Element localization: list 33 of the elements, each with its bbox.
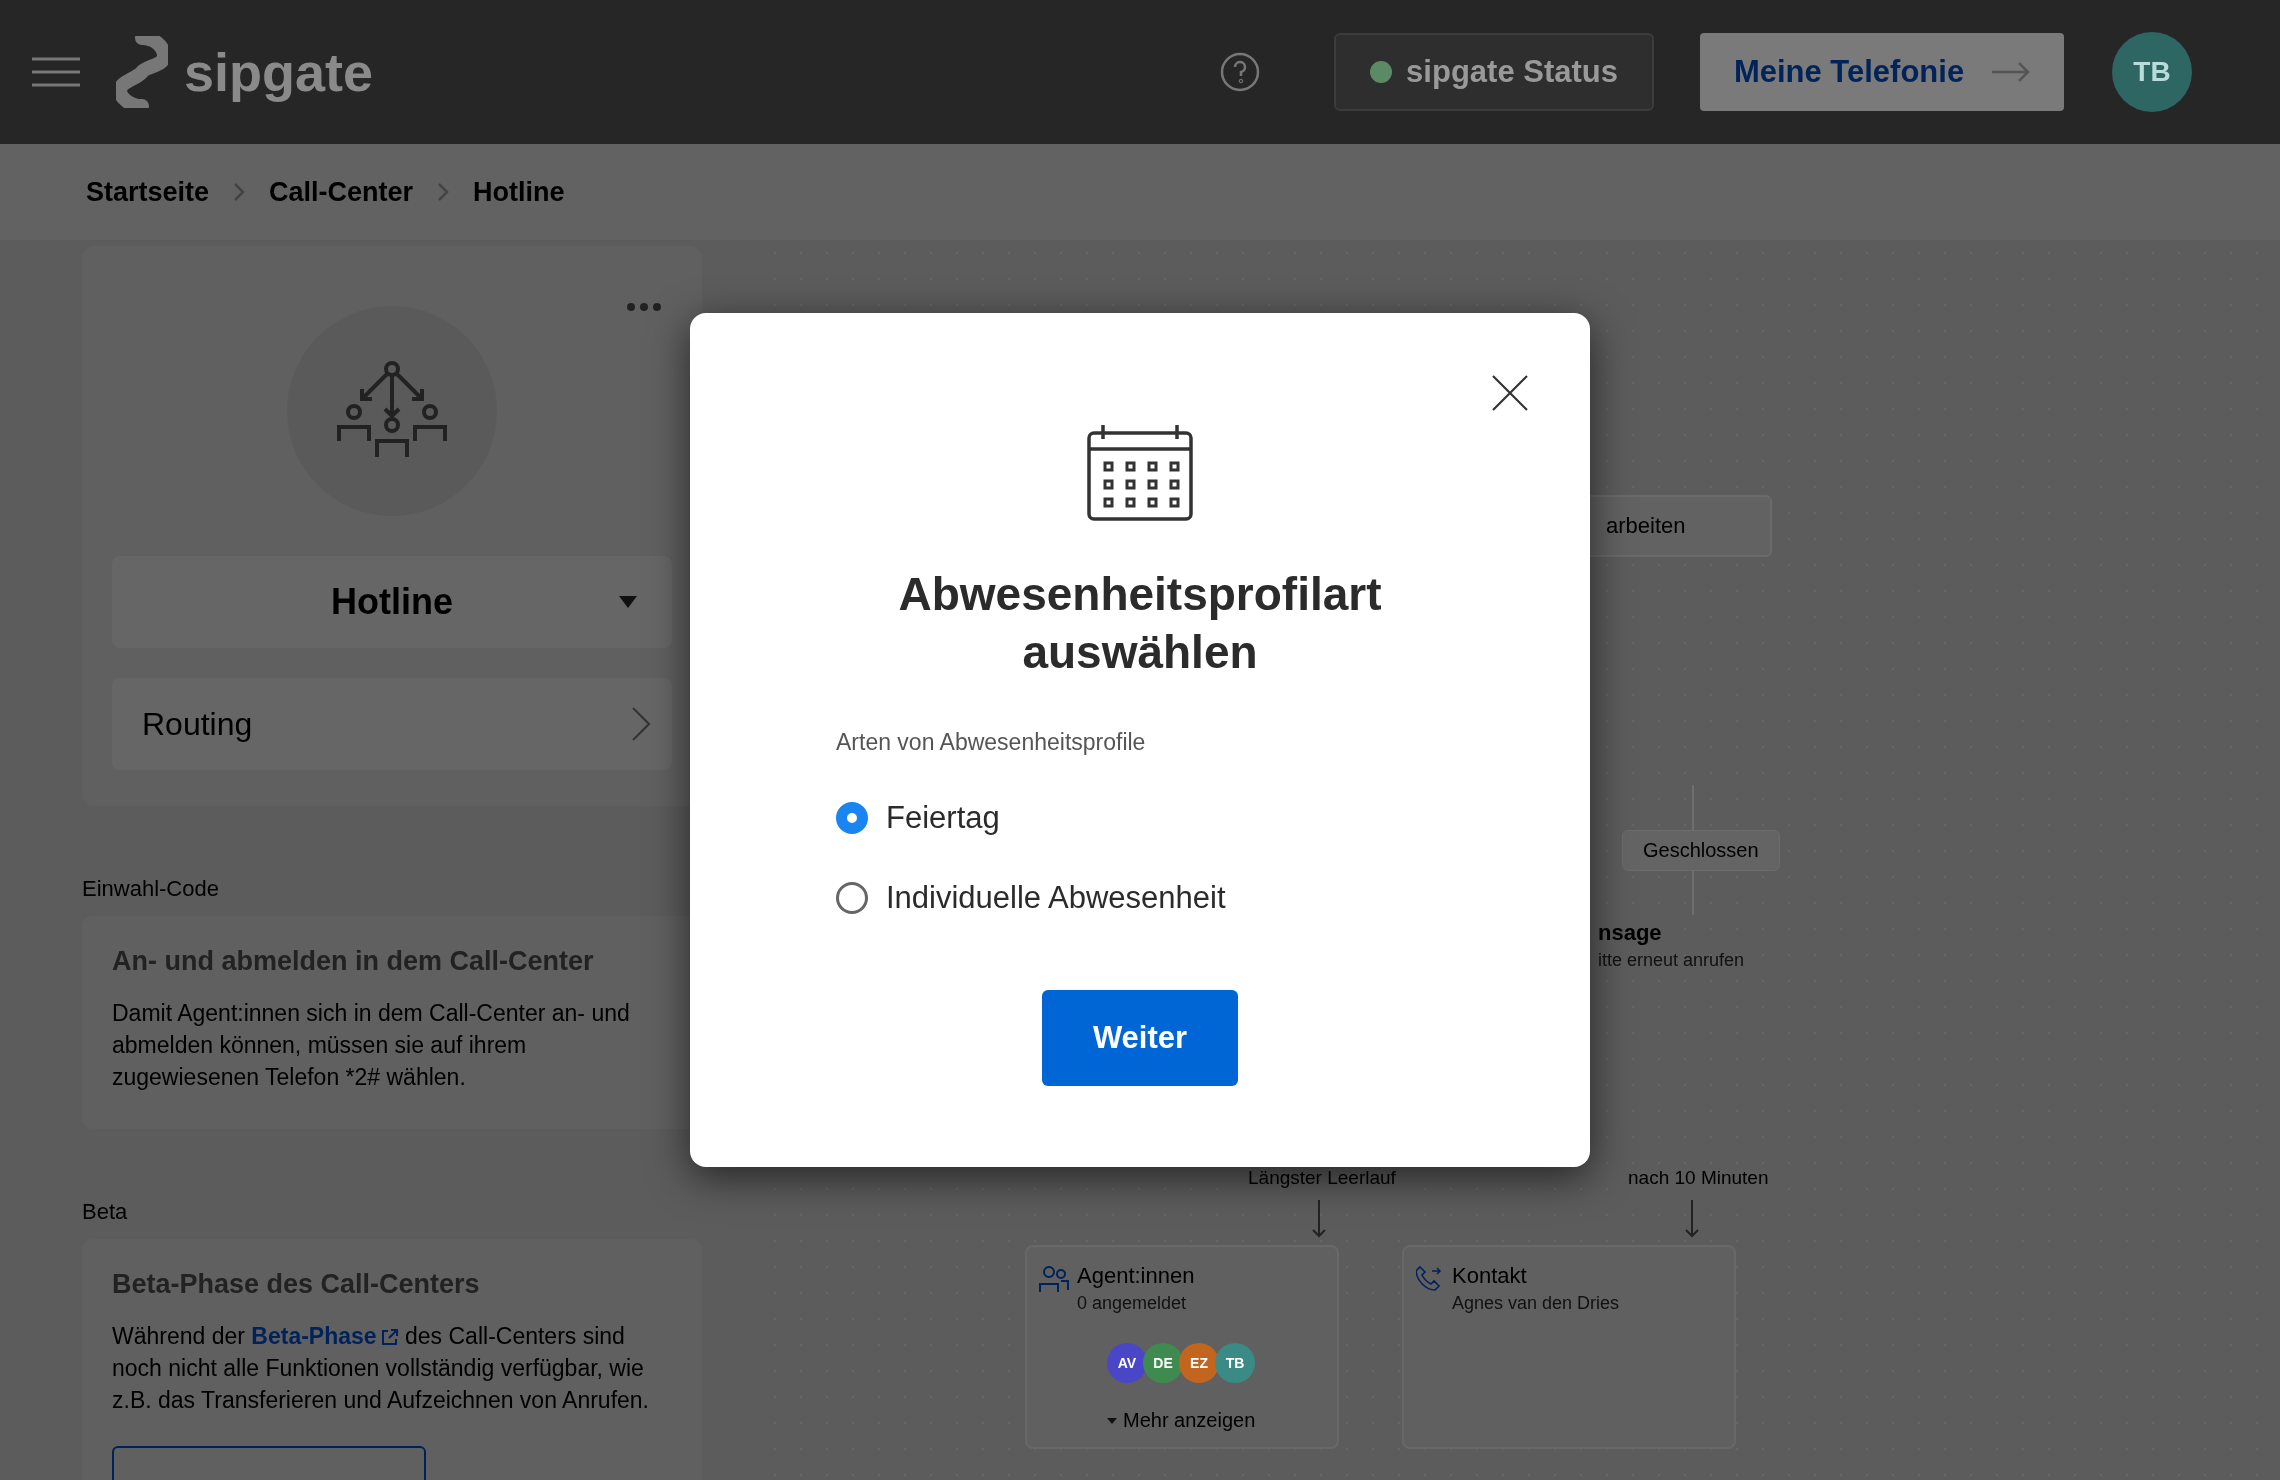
announcement-title: nsage <box>1598 920 1662 946</box>
card-text: Während der Beta-Phase des Call-Centers sind noch nicht alle Funktionen vollständig verfügbar, wie z.B. das Transferieren und Aufzeichnen von Anrufen. <box>112 1322 650 1415</box>
card-title: Beta-Phase des Call-Centers <box>112 1269 481 1300</box>
card-title: An- und abmelden in dem Call-Center <box>112 946 595 977</box>
radio-option[interactable]: Individuelle Abwesenheit <box>836 858 1226 938</box>
agents-subtitle: 0 angemeldet <box>1077 1293 1187 1314</box>
routing-menu-item[interactable]: Routing <box>112 678 672 770</box>
contact-title: Kontakt <box>1452 1263 1527 1289</box>
radio-option[interactable]: Feiertag <box>836 778 1226 858</box>
agent-avatar: TB <box>1215 1343 1255 1383</box>
breadcrumb-link[interactable]: Startseite <box>86 176 210 208</box>
section-label: Einwahl-Code <box>82 876 220 902</box>
status-button[interactable]: sipgate Status <box>1334 33 1654 111</box>
show-more-link[interactable]: Mehr anzeigen <box>1107 1409 1256 1432</box>
agent-avatar: EZ <box>1179 1343 1219 1383</box>
breadcrumb-link[interactable]: Hotline <box>473 176 565 208</box>
continue-button[interactable]: Weiter <box>1042 990 1238 1086</box>
agents-title: Agent:innen <box>1077 1263 1195 1289</box>
card-text: Damit Agent:innen sich in dem Call-Center an- und abmelden können, müssen sie auf ihrem zugewiesenen Telefon *2# wählen. <box>112 999 631 1092</box>
beta-phase-link[interactable]: Beta-Phase <box>251 1323 399 1349</box>
user-avatar[interactable]: TB <box>2112 32 2192 112</box>
announcement-text: itte erneut anrufen <box>1598 950 1745 971</box>
section-label: Beta <box>82 1199 129 1225</box>
radio-group-label: Arten von Abwesenheitsprofile <box>836 729 1147 756</box>
modal-title: Abwesenheitsprofilart auswählen <box>897 567 1383 680</box>
telephony-button[interactable]: Meine Telefonie <box>1700 33 2064 111</box>
closed-node: Geschlossen <box>1622 830 1780 871</box>
contact-subtitle: Agnes van den Dries <box>1452 1293 1620 1314</box>
breadcrumb-link[interactable]: Call-Center <box>269 176 414 208</box>
agent-avatar: AV <box>1107 1343 1147 1383</box>
call-center-dropdown[interactable]: Hotline <box>112 556 672 648</box>
agent-avatar: DE <box>1143 1343 1183 1383</box>
logo-text: sipgate <box>184 41 374 103</box>
